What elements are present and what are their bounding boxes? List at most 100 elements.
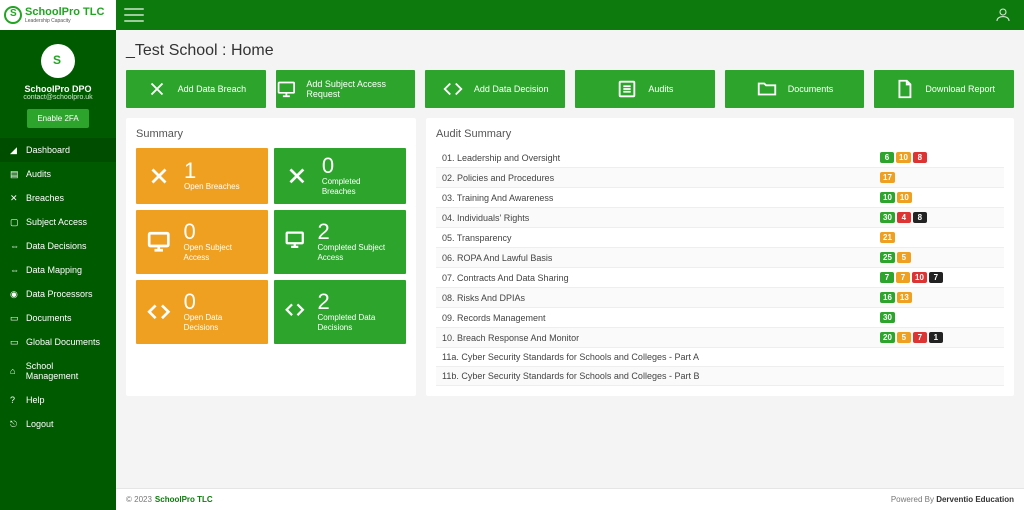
nav-logout[interactable]: ⎋Logout — [0, 412, 116, 436]
audit-row[interactable]: 11a. Cyber Security Standards for School… — [436, 348, 1004, 367]
folder-icon — [756, 78, 778, 100]
audit-row-badges: 3048 — [874, 208, 1004, 228]
completed-sar-card[interactable]: 2Completed Subject Access — [274, 210, 406, 274]
status-badge: 10 — [912, 272, 927, 283]
audit-row[interactable]: 03. Training And Awareness1010 — [436, 188, 1004, 208]
audit-row-badges — [874, 348, 1004, 367]
audit-row-label: 01. Leadership and Oversight — [436, 148, 874, 168]
nav-breaches[interactable]: ✕Breaches — [0, 186, 116, 210]
audit-row-label: 08. Risks And DPIAs — [436, 288, 874, 308]
code-icon — [146, 299, 172, 325]
download-report-button[interactable]: Download Report — [874, 70, 1014, 108]
status-badge: 10 — [896, 152, 911, 163]
audit-row[interactable]: 02. Policies and Procedures17 — [436, 168, 1004, 188]
audit-row-badges: 21 — [874, 228, 1004, 248]
audit-row-badges: 77107 — [874, 268, 1004, 288]
open-decisions-card[interactable]: 0Open Data Decisions — [136, 280, 268, 344]
nav: ◢Dashboard ▤Audits ✕Breaches ▢Subject Ac… — [0, 138, 116, 436]
close-icon — [146, 163, 172, 189]
action-row: Add Data Breach Add Subject Access Reque… — [126, 70, 1014, 108]
audit-row[interactable]: 06. ROPA And Lawful Basis255 — [436, 248, 1004, 268]
audit-row-label: 11b. Cyber Security Standards for School… — [436, 367, 874, 386]
audit-row[interactable]: 09. Records Management30 — [436, 308, 1004, 328]
enable-2fa-button[interactable]: Enable 2FA — [27, 109, 88, 128]
app-tagline: Leadership Capacity — [25, 18, 104, 24]
breaches-icon: ✕ — [10, 193, 20, 203]
main: _Test School : Home Add Data Breach Add … — [116, 30, 1024, 488]
audit-row[interactable]: 11b. Cyber Security Standards for School… — [436, 367, 1004, 386]
audits-icon: ▤ — [10, 169, 20, 179]
completed-breaches-card[interactable]: 0Completed Breaches — [274, 148, 406, 204]
status-badge: 1 — [929, 332, 943, 343]
open-sar-card[interactable]: 0Open Subject Access — [136, 210, 268, 274]
footer: © 2023 SchoolPro TLC Powered By Derventi… — [116, 488, 1024, 510]
nav-audits[interactable]: ▤Audits — [0, 162, 116, 186]
subject-access-icon: ▢ — [10, 217, 20, 227]
monitor-icon — [146, 229, 171, 255]
audit-row[interactable]: 07. Contracts And Data Sharing77107 — [436, 268, 1004, 288]
data-mapping-icon: ⇔ — [10, 265, 20, 275]
nav-help[interactable]: ?Help — [0, 388, 116, 412]
audit-row-badges: 1613 — [874, 288, 1004, 308]
audit-row[interactable]: 04. Individuals' Rights3048 — [436, 208, 1004, 228]
status-badge: 7 — [896, 272, 910, 283]
powered-brand[interactable]: Derventio Education — [936, 495, 1014, 504]
audit-row[interactable]: 10. Breach Response And Monitor20571 — [436, 328, 1004, 348]
monitor-icon — [284, 229, 305, 255]
menu-toggle-icon[interactable] — [124, 8, 144, 22]
add-breach-button[interactable]: Add Data Breach — [126, 70, 266, 108]
add-decision-button[interactable]: Add Data Decision — [425, 70, 565, 108]
status-badge: 5 — [897, 252, 911, 263]
status-badge: 17 — [880, 172, 895, 183]
logo[interactable]: SchoolPro TLC Leadership Capacity — [0, 0, 116, 30]
audit-row-label: 07. Contracts And Data Sharing — [436, 268, 874, 288]
code-icon — [442, 78, 464, 100]
topbar: SchoolPro TLC Leadership Capacity — [0, 0, 1024, 30]
audit-row[interactable]: 05. Transparency21 — [436, 228, 1004, 248]
audit-row-badges: 17 — [874, 168, 1004, 188]
status-badge: 4 — [897, 212, 911, 223]
documents-button[interactable]: Documents — [725, 70, 865, 108]
status-badge: 7 — [880, 272, 894, 283]
audit-row-label: 05. Transparency — [436, 228, 874, 248]
status-badge: 10 — [880, 192, 895, 203]
user-name: SchoolPro DPO — [0, 84, 116, 94]
status-badge: 5 — [897, 332, 911, 343]
audit-row-label: 11a. Cyber Security Standards for School… — [436, 348, 874, 367]
close-icon — [146, 78, 168, 100]
nav-global-documents[interactable]: ▭Global Documents — [0, 330, 116, 354]
status-badge: 16 — [880, 292, 895, 303]
account-icon[interactable] — [994, 6, 1012, 24]
audit-row-label: 06. ROPA And Lawful Basis — [436, 248, 874, 268]
footer-brand[interactable]: SchoolPro TLC — [155, 495, 213, 504]
add-sar-button[interactable]: Add Subject Access Request — [276, 70, 416, 108]
completed-decisions-card[interactable]: 2Completed Data Decisions — [274, 280, 406, 344]
audit-row-badges: 30 — [874, 308, 1004, 328]
nav-dashboard[interactable]: ◢Dashboard — [0, 138, 116, 162]
summary-panel: Summary 1Open Breaches 0Completed Breach… — [126, 118, 416, 396]
nav-school-management[interactable]: ⌂School Management — [0, 354, 116, 388]
nav-data-processors[interactable]: ◉Data Processors — [0, 282, 116, 306]
nav-documents[interactable]: ▭Documents — [0, 306, 116, 330]
dashboard-icon: ◢ — [10, 145, 20, 155]
data-decisions-icon: ⇔ — [10, 241, 20, 251]
help-icon: ? — [10, 395, 20, 405]
copyright: © 2023 — [126, 495, 152, 504]
open-breaches-card[interactable]: 1Open Breaches — [136, 148, 268, 204]
audit-row-label: 10. Breach Response And Monitor — [436, 328, 874, 348]
nav-data-mapping[interactable]: ⇔Data Mapping — [0, 258, 116, 282]
status-badge: 10 — [897, 192, 912, 203]
file-icon — [893, 78, 915, 100]
status-badge: 7 — [929, 272, 943, 283]
audits-button[interactable]: Audits — [575, 70, 715, 108]
audit-row-badges — [874, 367, 1004, 386]
nav-subject-access[interactable]: ▢Subject Access — [0, 210, 116, 234]
nav-data-decisions[interactable]: ⇔Data Decisions — [0, 234, 116, 258]
data-processors-icon: ◉ — [10, 289, 20, 299]
status-badge: 8 — [913, 212, 927, 223]
audit-row[interactable]: 01. Leadership and Oversight6108 — [436, 148, 1004, 168]
status-badge: 6 — [880, 152, 894, 163]
code-icon — [284, 299, 306, 325]
audit-row[interactable]: 08. Risks And DPIAs1613 — [436, 288, 1004, 308]
avatar — [41, 44, 75, 78]
